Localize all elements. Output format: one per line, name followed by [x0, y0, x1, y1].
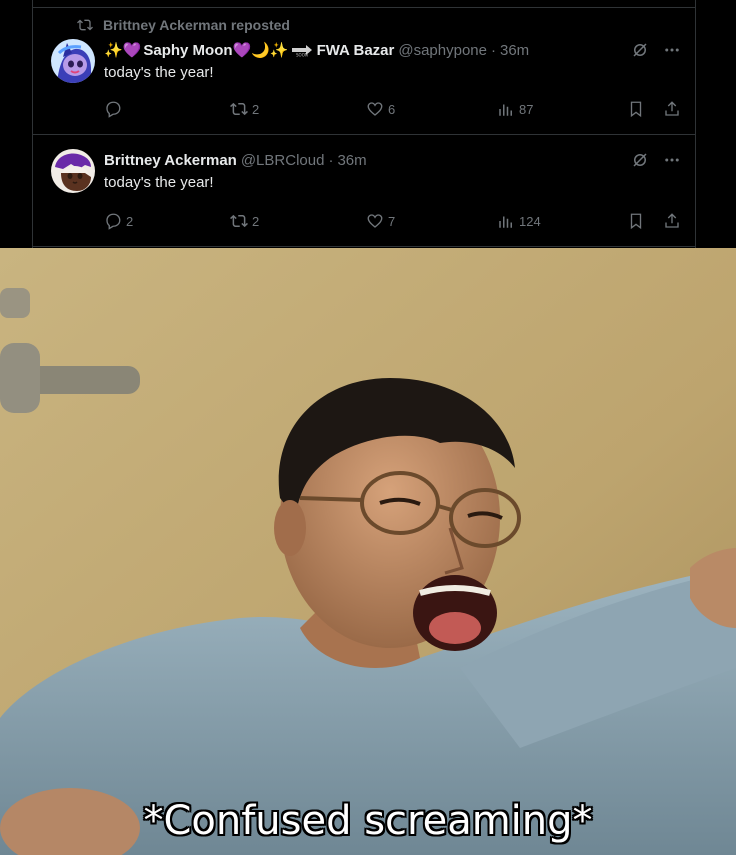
tweet-text: today's the year! — [104, 174, 214, 191]
share-icon — [665, 101, 679, 116]
second-name[interactable]: FWA Bazar — [317, 42, 395, 59]
repost-icon — [77, 19, 93, 31]
view-count: 124 — [519, 213, 541, 229]
timestamp[interactable]: 36m — [500, 42, 529, 59]
views-icon — [499, 216, 512, 228]
tweet-content: ✨💜 Saphy Moon 💜🌙✨ SOON FWA Bazar @saphyp… — [104, 38, 681, 82]
display-name[interactable]: Brittney Ackerman — [104, 152, 237, 169]
share-button[interactable] — [663, 212, 681, 230]
tweet[interactable]: Brittney Ackerman @LBRCloud · 36m today'… — [33, 146, 697, 246]
repost-button[interactable]: 2 — [230, 100, 259, 118]
display-name[interactable]: Saphy Moon — [143, 42, 232, 59]
separator: · — [490, 41, 496, 59]
bookmark-button[interactable] — [627, 212, 645, 230]
share-icon — [665, 213, 679, 228]
reply-button[interactable]: 2 — [104, 212, 133, 230]
timeline-column: Brittney Ackerman reposted ✨💜 Saphy Moon… — [32, 0, 696, 248]
tweet-menu — [631, 41, 681, 59]
repost-icon — [230, 214, 248, 228]
repost-count: 2 — [252, 101, 260, 117]
pony-avatar-icon[interactable] — [51, 39, 95, 83]
character-avatar-icon[interactable] — [51, 149, 95, 193]
more-icon[interactable] — [663, 151, 681, 169]
grok-icon[interactable] — [631, 151, 649, 169]
views-button[interactable]: 87 — [497, 100, 533, 118]
timestamp[interactable]: 36m — [337, 152, 366, 169]
bookmark-icon — [630, 213, 642, 230]
divider — [33, 246, 695, 247]
emoji-suffix: 💜🌙✨ — [232, 42, 289, 59]
heart-icon — [367, 102, 383, 116]
like-button[interactable]: 7 — [366, 212, 395, 230]
repost-button[interactable]: 2 — [230, 212, 259, 230]
emoji-prefix: ✨💜 — [104, 42, 142, 59]
soon-arrow-icon: SOON — [291, 43, 313, 58]
handle[interactable]: @saphypone — [398, 42, 487, 59]
divider — [33, 134, 695, 135]
repost-indicator[interactable]: Brittney Ackerman reposted — [77, 17, 290, 33]
heart-icon — [367, 214, 383, 228]
repost-label: Brittney Ackerman reposted — [103, 17, 290, 33]
divider — [33, 7, 695, 8]
repost-count: 2 — [252, 213, 260, 229]
reply-icon — [106, 101, 121, 118]
reply-icon — [106, 213, 121, 230]
action-bar: 2 6 87 — [104, 100, 681, 120]
action-bar: 2 2 7 124 — [104, 212, 681, 232]
like-count: 7 — [388, 213, 396, 229]
tweet-thread: Brittney Ackerman reposted ✨💜 Saphy Moon… — [0, 0, 736, 248]
meme-caption: *Confused screaming* — [143, 798, 593, 844]
tweet-header: Brittney Ackerman @LBRCloud · 36m — [104, 148, 681, 172]
tweet-menu — [631, 151, 681, 169]
separator: · — [328, 151, 334, 169]
repost-icon — [230, 102, 248, 116]
meme-image: *Confused screaming* — [0, 248, 736, 855]
reply-count: 2 — [126, 213, 134, 229]
screaming-man-illustration — [0, 248, 736, 855]
views-button[interactable]: 124 — [497, 212, 541, 230]
tweet-content: Brittney Ackerman @LBRCloud · 36m today'… — [104, 148, 681, 192]
bookmark-icon — [630, 101, 642, 118]
handle[interactable]: @LBRCloud — [241, 152, 325, 169]
grok-icon[interactable] — [631, 41, 649, 59]
reply-button[interactable] — [104, 100, 126, 118]
views-icon — [499, 104, 512, 116]
view-count: 87 — [519, 101, 534, 117]
tweet[interactable]: ✨💜 Saphy Moon 💜🌙✨ SOON FWA Bazar @saphyp… — [33, 36, 697, 134]
share-button[interactable] — [663, 100, 681, 118]
bookmark-button[interactable] — [627, 100, 645, 118]
svg-text:SOON: SOON — [296, 53, 308, 58]
tweet-text: today's the year! — [104, 64, 214, 81]
more-icon[interactable] — [663, 41, 681, 59]
like-button[interactable]: 6 — [366, 100, 395, 118]
like-count: 6 — [388, 101, 396, 117]
tweet-header: ✨💜 Saphy Moon 💜🌙✨ SOON FWA Bazar @saphyp… — [104, 38, 681, 62]
